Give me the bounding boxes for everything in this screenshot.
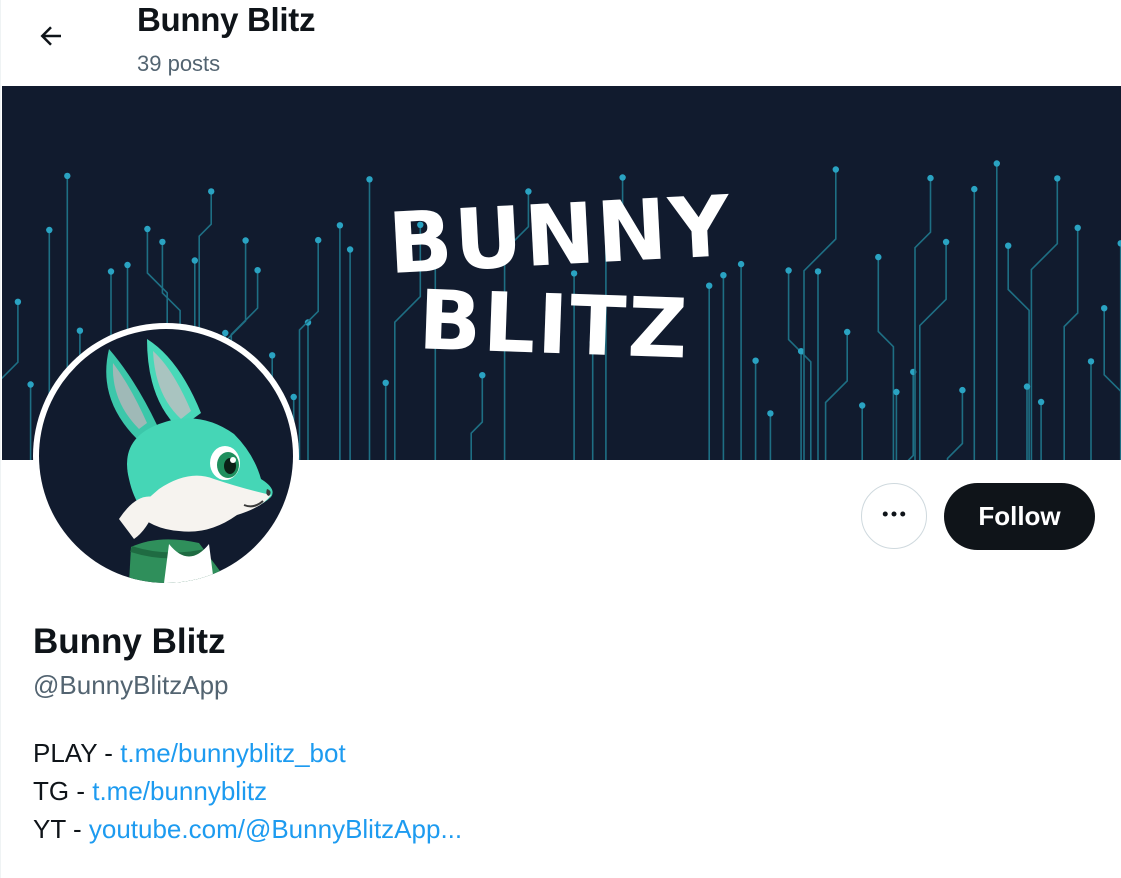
follow-button[interactable]: Follow	[944, 483, 1095, 550]
user-handle: @BunnyBlitzApp	[33, 670, 229, 700]
back-button[interactable]	[31, 18, 71, 58]
header-title: Bunny Blitz	[137, 1, 316, 38]
circuit-node	[366, 176, 373, 183]
telegram-link[interactable]: t.me/bunnyblitz	[92, 776, 267, 806]
circuit-node	[893, 388, 900, 396]
more-options-button[interactable]	[861, 483, 927, 549]
circuit-node	[767, 410, 774, 417]
circuit-node	[64, 172, 71, 180]
circuit-node	[27, 381, 34, 388]
bio-line-telegram: TG - t.me/bunnyblitz	[33, 772, 462, 810]
bio-prefix: PLAY -	[33, 738, 121, 768]
circuit-node	[479, 372, 486, 379]
circuit-node	[619, 174, 626, 181]
arrow-left-icon	[36, 21, 66, 56]
profile-bio: PLAY - t.me/bunnyblitz_bot TG - t.me/bun…	[33, 734, 462, 848]
bio-line-youtube: YT - youtube.com/@BunnyBlitzApp...	[33, 810, 462, 848]
circuit-trace	[946, 390, 964, 460]
bunny-avatar-icon	[39, 329, 293, 583]
youtube-link[interactable]: youtube.com/@BunnyBlitzApp...	[89, 814, 462, 844]
circuit-trace	[470, 375, 484, 460]
circuit-node	[859, 402, 866, 409]
post-count: 39 posts	[137, 51, 221, 76]
circuit-node	[290, 393, 297, 401]
display-name: Bunny Blitz	[33, 622, 226, 661]
play-bot-link[interactable]: t.me/bunnyblitz_bot	[120, 738, 345, 768]
avatar[interactable]	[33, 323, 299, 589]
circuit-node	[208, 188, 215, 195]
more-horizontal-icon	[879, 499, 909, 534]
circuit-node	[959, 386, 966, 394]
circuit-node	[382, 379, 389, 386]
bio-prefix: YT -	[33, 814, 89, 844]
profile-page: Bunny Blitz 39 posts BUNNY BLITZ Follow …	[0, 0, 1121, 878]
profile-header: Bunny Blitz 39 posts	[1, 0, 1121, 86]
circuit-node	[1037, 398, 1045, 406]
bio-line-play: PLAY - t.me/bunnyblitz_bot	[33, 734, 462, 772]
bio-prefix: TG -	[33, 776, 93, 806]
